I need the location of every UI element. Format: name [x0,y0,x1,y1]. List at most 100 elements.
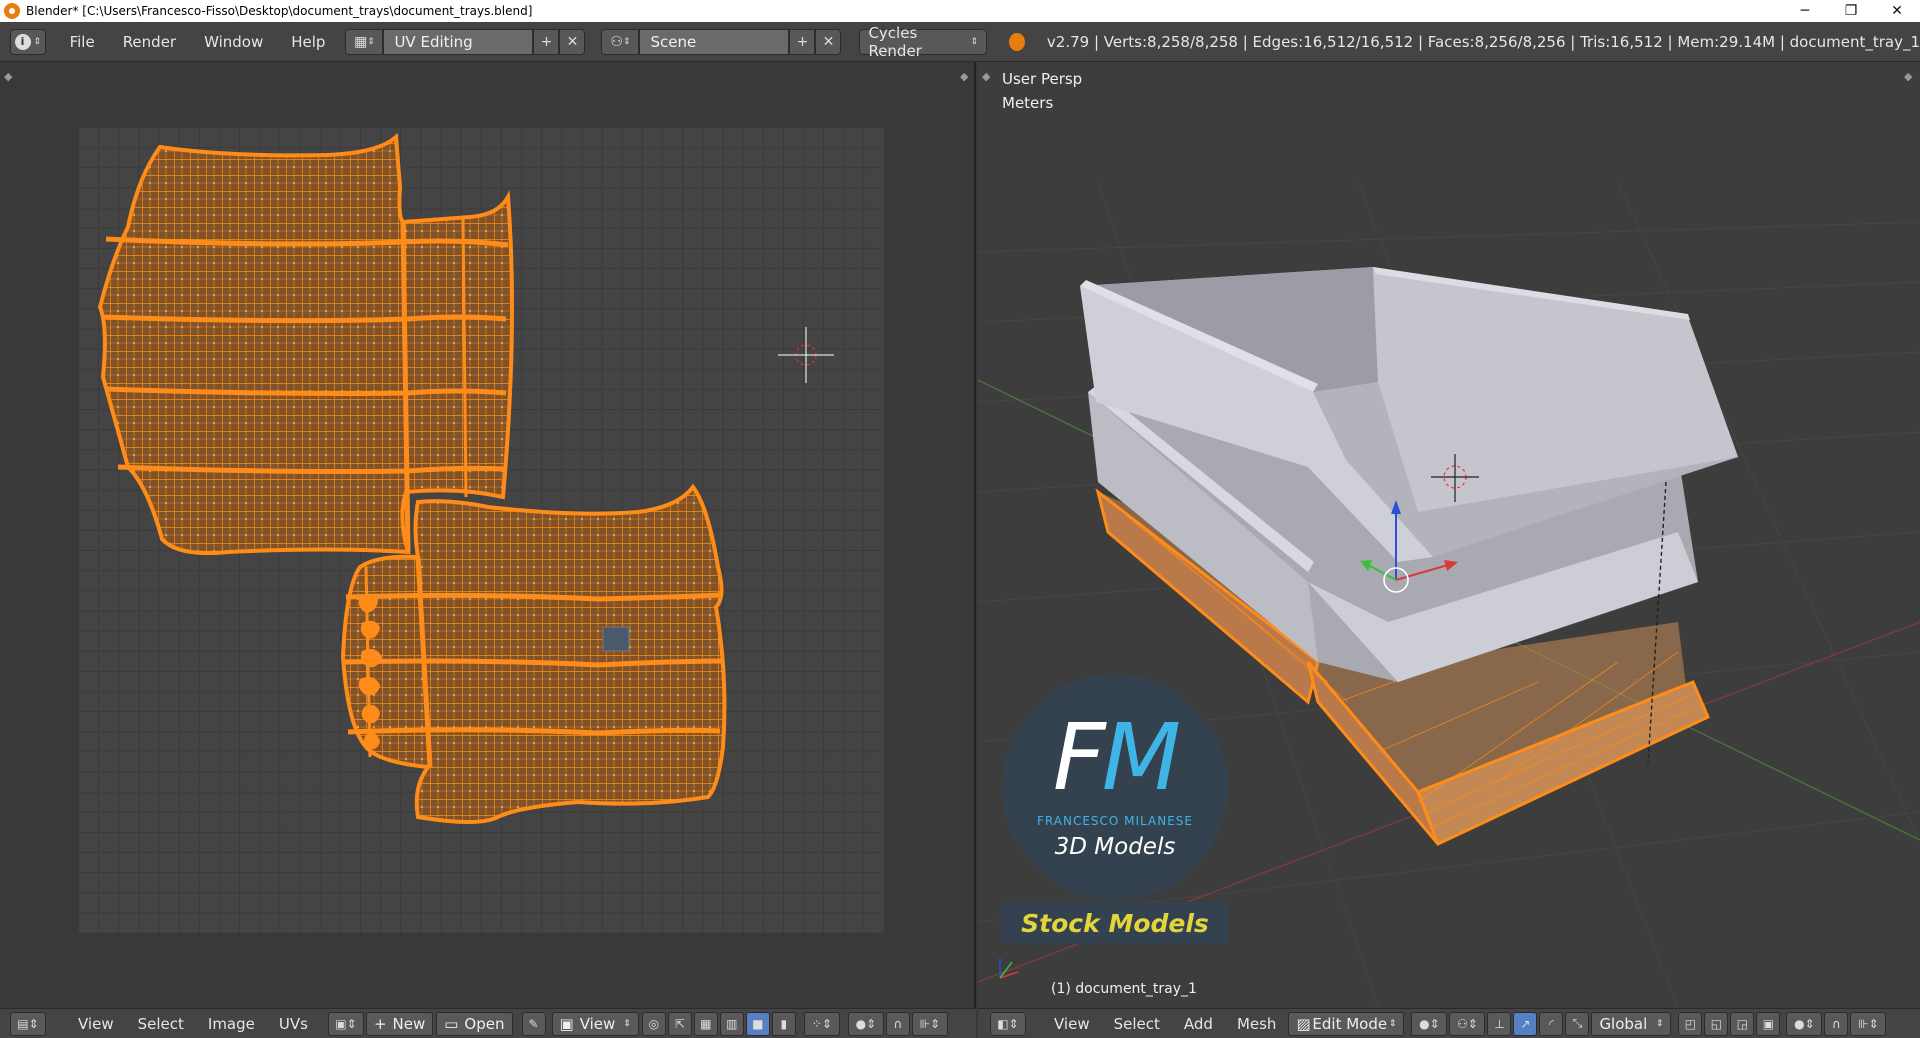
snap-element-dropdown[interactable]: ⊪⇕ [1850,1011,1887,1036]
open-image-label: Open [464,1014,505,1033]
snap-element-dropdown[interactable]: ⊪⇕ [911,1011,948,1036]
orientation-label: Global [1599,1014,1648,1033]
open-image-button[interactable]: ▭ Open [436,1011,513,1036]
uv-menu-image[interactable]: Image [196,1015,267,1033]
plus-icon: + [373,1014,387,1033]
manipulator-icon: ⊥ [1494,1016,1505,1031]
remove-scene-button[interactable]: ✕ [815,28,842,55]
face-select-icon: ■ [752,1016,764,1031]
editor-type-button[interactable]: ▤⇕ [10,1011,46,1036]
uv-image-editor[interactable]: ◆ ◆ [0,62,976,1008]
editor-type-info-button[interactable]: i ⇕ [10,28,46,55]
uv-menu-uvs[interactable]: UVs [267,1015,320,1033]
uv-menu-view[interactable]: View [66,1015,126,1033]
view-mode-label: View [579,1014,616,1033]
screen-layout-selector: ▦ ⇕ UV Editing + ✕ [345,28,586,55]
region-toggle-icon[interactable]: ◆ [960,70,968,83]
magnet-icon: ∩ [893,1016,903,1031]
face-select-mode-button[interactable]: ◲ [1730,1011,1755,1036]
occlude-icon: ▣ [1762,1016,1775,1031]
manipulator-toggle[interactable]: ⊥ [1487,1011,1512,1036]
edge-select-mode-button[interactable]: ◱ [1704,1011,1729,1036]
remove-screen-button[interactable]: ✕ [559,28,586,55]
editor-type-button[interactable]: ◧⇕ [990,1011,1026,1036]
screen-layout-field[interactable]: UV Editing [383,28,534,55]
face-icon: ◲ [1736,1016,1749,1031]
view-mode-dropdown[interactable]: ▣ View ⇕ [551,1011,639,1036]
region-toggle-icon[interactable]: ◆ [4,70,12,83]
add-screen-button[interactable]: + [533,28,560,55]
uv-islands[interactable] [78,127,884,933]
vp-menu-select[interactable]: Select [1102,1015,1172,1033]
proportional-icon: ●⇕ [1794,1016,1815,1031]
scene-statistics: v2.79 | Verts:8,258/8,258 | Edges:16,512… [1046,32,1920,51]
unselected-uv-face [602,626,630,652]
snap-icon: ⊪⇕ [1858,1016,1879,1031]
minimize-button[interactable]: ─ [1782,0,1828,22]
shading-dropdown[interactable]: ●⇕ [1411,1011,1448,1036]
snap-toggle-button[interactable]: ∩ [885,1011,910,1036]
pin-button[interactable]: ✎ [521,1011,546,1036]
image-editor-icon: ▤⇕ [17,1016,39,1031]
snap-toggle-button[interactable]: ∩ [1824,1011,1849,1036]
mode-dropdown[interactable]: ▨ Edit Mode ⇕ [1288,1011,1405,1036]
vp-menu-view[interactable]: View [1042,1015,1102,1033]
stock-models-badge: Stock Models [1002,902,1228,944]
new-image-button[interactable]: + New [365,1011,434,1036]
window-controls: ─ ❐ ✕ [1782,0,1920,22]
blender-logo-icon [1009,32,1025,51]
render-engine-dropdown[interactable]: Cycles Render ⇕ [859,24,988,60]
vertex-select-button[interactable]: ▦ [693,1011,718,1036]
proportional-edit-dropdown[interactable]: ●⇕ [1786,1011,1823,1036]
uv-menu-select[interactable]: Select [126,1015,196,1033]
menu-file[interactable]: File [56,33,109,51]
uv-grid-canvas[interactable] [78,127,884,933]
logo-subtitle: 3D Models [1054,834,1176,860]
edge-icon: ◱ [1710,1016,1723,1031]
vertex-select-icon: ▦ [700,1016,712,1031]
rotate-manipulator-button[interactable]: ◜ [1539,1011,1564,1036]
face-select-button[interactable]: ■ [745,1011,770,1036]
edge-select-button[interactable]: ▥ [719,1011,744,1036]
fm-logo-letters: FM [1002,704,1228,811]
restore-button[interactable]: ❐ [1828,0,1874,22]
scene-field[interactable]: Scene [639,28,790,55]
occlude-geometry-button[interactable]: ▣ [1756,1011,1781,1036]
magnet-icon: ∩ [1832,1016,1841,1031]
x-icon: ✕ [566,33,579,50]
updown-icon: ⇕ [33,36,42,47]
scene-menu-button[interactable]: ⚇ ⇕ [601,28,640,55]
add-scene-button[interactable]: + [789,28,816,55]
view-icon: ▣ [559,1014,574,1033]
sticky-selection-dropdown[interactable]: ⁘⇕ [803,1011,840,1036]
scene-icon: ⚇ [610,33,623,50]
orientation-dropdown[interactable]: Global ⇕ [1591,1011,1672,1036]
pivot-button[interactable]: ◎ [641,1011,666,1036]
updown-icon: ⇕ [970,36,979,47]
vp-menu-add[interactable]: Add [1172,1015,1225,1033]
uv-island-top [97,132,514,556]
pivot-dropdown[interactable]: ⚇⇕ [1449,1011,1486,1036]
scale-manipulator-button[interactable]: ⤡ [1565,1011,1590,1036]
scene-selector: ⚇ ⇕ Scene + ✕ [601,28,842,55]
island-select-button[interactable]: ▮ [771,1011,796,1036]
vertex-select-mode-button[interactable]: ◰ [1678,1011,1703,1036]
window-title: Blender* [C:\Users\Francesco-Fisso\Deskt… [26,4,533,18]
sync-selection-button[interactable]: ⇱ [667,1011,692,1036]
vp-menu-mesh[interactable]: Mesh [1225,1015,1289,1033]
scale-icon: ⤡ [1572,1016,1583,1030]
image-browse-button[interactable]: ▣⇕ [327,1011,364,1036]
logo-m: M [1101,704,1181,811]
menu-window[interactable]: Window [190,33,277,51]
vertex-icon: ◰ [1684,1016,1697,1031]
screen-layout-menu-button[interactable]: ▦ ⇕ [345,28,384,55]
menu-render[interactable]: Render [109,33,190,51]
translate-manipulator-button[interactable]: ↗ [1513,1011,1538,1036]
close-button[interactable]: ✕ [1874,0,1920,22]
3d-view-header: ◧⇕ View Select Add Mesh ▨ Edit Mode ⇕ ●⇕ ⚇… [978,1008,1920,1038]
proportional-edit-dropdown[interactable]: ●⇕ [847,1011,884,1036]
info-header: i ⇕ File Render Window Help ▦ ⇕ UV Editin… [0,22,1920,62]
menu-help[interactable]: Help [277,33,339,51]
fm-logo: FM FRANCESCO MILANESE 3D Models [1002,674,1228,900]
uv-2d-cursor[interactable] [778,327,834,383]
